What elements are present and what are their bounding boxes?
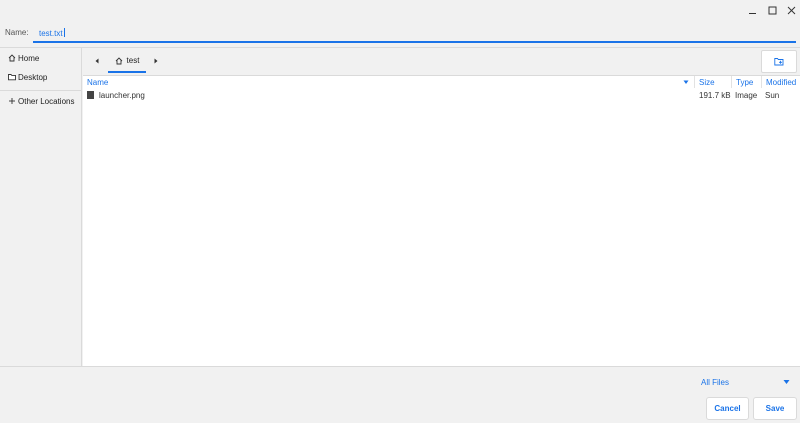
sidebar-item-home[interactable]: Home xyxy=(0,49,81,67)
sidebar-item-label: Desktop xyxy=(18,72,48,82)
new-folder-icon xyxy=(774,58,784,66)
path-crumb-test[interactable]: test xyxy=(108,50,146,73)
save-button[interactable]: Save xyxy=(753,397,797,420)
filename-input[interactable]: test.txt xyxy=(33,24,796,43)
filename-value: test.txt xyxy=(39,29,63,38)
chevron-left-icon xyxy=(95,58,99,64)
column-label: Type xyxy=(736,77,754,87)
name-label: Name: xyxy=(5,28,29,37)
image-file-icon xyxy=(87,91,94,99)
path-back-button[interactable] xyxy=(92,56,102,66)
file-type: Image xyxy=(735,90,758,100)
file-size: 191.7 kB xyxy=(699,90,731,100)
chevron-down-icon xyxy=(783,380,790,384)
chevron-right-icon xyxy=(154,58,158,64)
text-caret xyxy=(63,28,65,37)
path-bar: test xyxy=(83,48,800,75)
sidebar-item-label: Home xyxy=(18,53,40,63)
file-modified: Sun xyxy=(765,90,780,100)
maximize-button[interactable] xyxy=(765,4,779,16)
column-header-modified[interactable]: Modified xyxy=(762,76,800,88)
cancel-button[interactable]: Cancel xyxy=(706,397,749,420)
path-forward-button[interactable] xyxy=(151,56,161,66)
file-name: launcher.png xyxy=(99,90,145,100)
file-filter-dropdown[interactable]: All Files xyxy=(701,376,793,388)
minimize-icon xyxy=(748,12,756,14)
close-icon xyxy=(787,6,795,14)
close-button[interactable] xyxy=(784,4,798,16)
sidebar-item-other-locations[interactable]: Other Locations xyxy=(0,92,81,110)
home-icon xyxy=(115,56,122,64)
plus-icon xyxy=(7,97,16,106)
footer-divider xyxy=(0,366,800,367)
maximize-icon xyxy=(768,6,776,14)
file-filter-label: All Files xyxy=(701,377,730,387)
sidebar-item-desktop[interactable]: Desktop xyxy=(0,68,81,86)
minimize-button[interactable] xyxy=(745,4,759,16)
home-icon xyxy=(7,54,16,63)
column-header-type[interactable]: Type xyxy=(732,76,762,88)
file-row[interactable]: launcher.png 191.7 kB Image Sun xyxy=(83,89,800,101)
column-label: Size xyxy=(699,77,715,87)
file-list: Name Size Type Modified launcher.png 191… xyxy=(83,75,800,366)
path-crumb-label: test xyxy=(126,56,140,65)
column-header-size[interactable]: Size xyxy=(695,76,732,88)
places-sidebar: Home Desktop Other Locations xyxy=(0,48,82,366)
column-header-name[interactable]: Name xyxy=(83,76,695,88)
sidebar-item-label: Other Locations xyxy=(18,96,75,106)
new-folder-button[interactable] xyxy=(761,50,797,73)
sort-down-icon xyxy=(683,80,689,84)
column-label: Modified xyxy=(766,77,797,87)
folder-icon xyxy=(7,73,16,82)
column-label: Name xyxy=(87,77,109,87)
sidebar-divider xyxy=(0,90,81,91)
